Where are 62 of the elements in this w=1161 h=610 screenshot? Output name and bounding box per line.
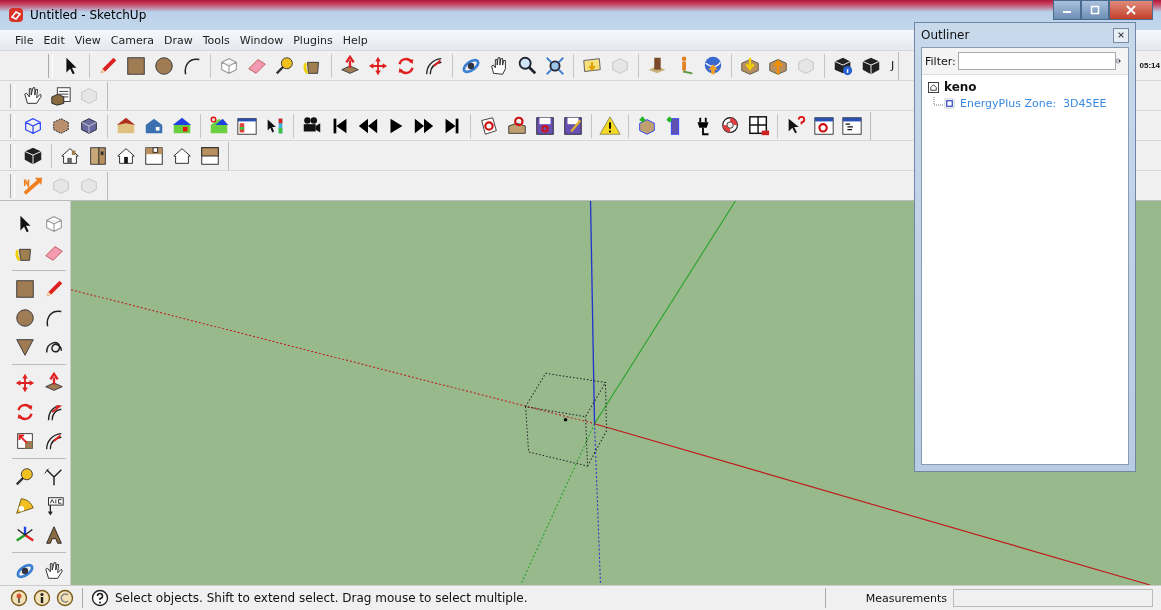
house-icon[interactable] [143,144,165,167]
zoom-extents-icon[interactable] [544,54,566,77]
floppy-icon[interactable] [534,114,556,137]
signin-icon[interactable] [56,589,74,607]
maximize-icon [1090,5,1100,15]
filter-field[interactable] [957,52,1116,70]
document-icon[interactable] [478,114,500,137]
square-icon[interactable] [13,277,36,300]
push-pull-icon[interactable] [42,371,65,394]
menu-item[interactable]: View [69,33,106,47]
measurements-field[interactable] [953,589,1153,607]
close-icon [1126,5,1136,15]
circle-icon[interactable] [13,306,36,329]
close-icon [1117,31,1125,39]
filter-label: Filter: [925,54,956,68]
window-icon[interactable] [813,114,835,137]
panel-title: Outliner [921,28,970,42]
menu-item[interactable]: File [10,33,39,47]
status-message: Select objects. Shift to extend select. Drag mouse to select multiple. [115,591,528,605]
minimize-button[interactable] [1053,0,1081,20]
menu-item[interactable]: Tools [197,33,235,47]
origin-point [563,417,568,422]
menu-item[interactable]: Help [337,33,373,47]
tree-line [933,97,943,109]
menu-item[interactable]: Window [234,33,289,47]
warning-icon[interactable] [599,114,621,137]
menu-item[interactable]: Camera [105,33,159,47]
window-title: Untitled - SketchUp [30,8,147,22]
roof-panel-icon[interactable] [199,144,221,167]
measurements-label: Measurements [865,591,947,605]
close-button[interactable] [1113,27,1129,43]
menu-item[interactable]: Edit [38,33,70,47]
magnifier-icon[interactable] [516,54,538,77]
app-logo-icon [8,7,24,23]
square-icon[interactable] [125,54,147,77]
maximize-button[interactable] [1081,0,1109,20]
tape-measure-icon[interactable] [274,54,296,77]
floppy-icon[interactable] [562,114,584,137]
grid-icon[interactable] [748,114,770,137]
tape-measure-icon[interactable] [13,465,36,488]
close-button[interactable] [1109,0,1153,20]
circle-icon[interactable] [153,54,175,77]
component-sheet-icon[interactable] [50,84,72,107]
help-icon[interactable] [91,589,109,607]
push-pull-icon[interactable] [339,54,361,77]
hand-icon[interactable] [42,559,65,582]
menu-item[interactable]: Draw [159,33,198,47]
window-list-icon[interactable] [841,114,863,137]
hand-icon[interactable] [22,84,44,107]
tree-item[interactable]: EnergyPlus Zone: 3D45EE [960,96,1107,110]
door-icon[interactable] [87,144,109,167]
credits-icon[interactable] [33,589,51,607]
toolbar-label: J [891,59,895,72]
tree-item[interactable]: keno [944,80,977,94]
globe-icon[interactable] [702,54,724,77]
component-icon [944,97,955,109]
cube-plus-icon[interactable] [636,114,658,137]
time-label: 05:14 [1139,61,1160,70]
geo-location-icon[interactable] [10,589,28,607]
document-box-icon[interactable] [506,114,528,137]
menu-item[interactable]: Plugins [288,33,338,47]
model-icon [928,81,939,93]
